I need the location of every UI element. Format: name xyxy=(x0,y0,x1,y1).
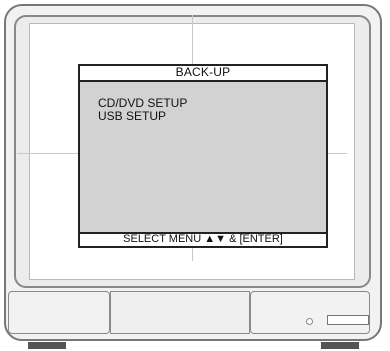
monitor-foot-right xyxy=(321,342,359,349)
monitor-foot-left xyxy=(28,342,66,349)
power-button[interactable] xyxy=(327,315,369,325)
base-center-panel xyxy=(110,291,250,334)
backup-menu-title: BACK-UP xyxy=(80,66,326,82)
backup-menu-list: CD/DVD SETUP USB SETUP xyxy=(98,97,187,123)
menu-instructions: SELECT MENU ▲▼ & [ENTER] xyxy=(80,232,326,246)
base-right-panel xyxy=(250,291,370,334)
menu-item-usb-setup[interactable]: USB SETUP xyxy=(98,110,187,123)
base-left-panel xyxy=(8,291,110,334)
backup-menu-window: BACK-UP CD/DVD SETUP USB SETUP SELECT ME… xyxy=(78,64,328,248)
power-led-icon xyxy=(306,318,313,325)
